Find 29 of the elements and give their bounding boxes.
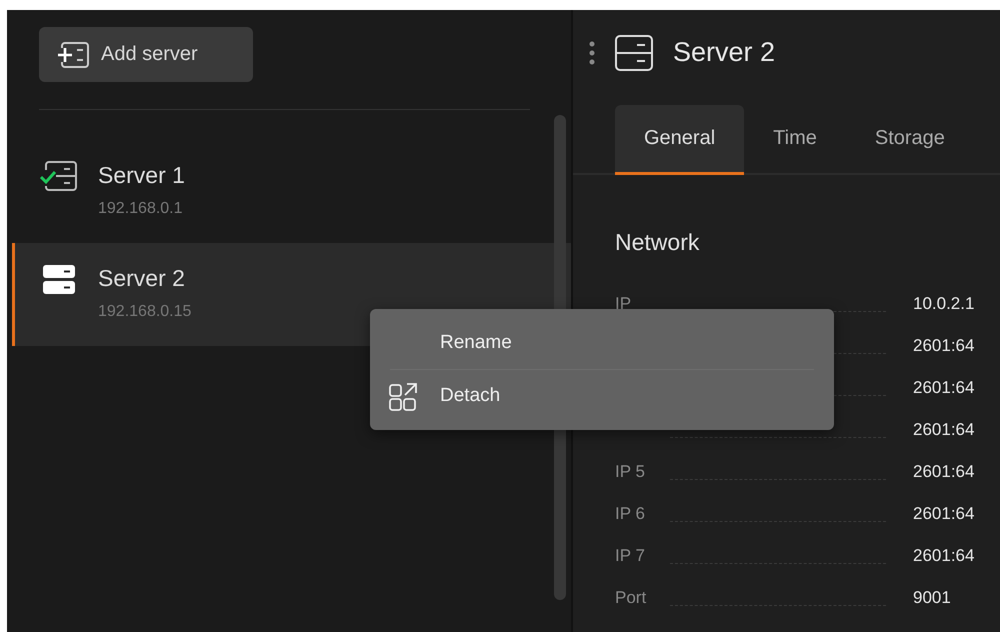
server-icon xyxy=(615,34,653,70)
field-value: 9001 xyxy=(912,587,952,609)
kebab-menu-icon[interactable] xyxy=(589,40,595,64)
field-value: 2601:64 xyxy=(912,419,976,441)
field-value: 2601:64 xyxy=(912,461,976,483)
field-value: 2601:64 xyxy=(912,545,976,567)
field-value: 2601:64 xyxy=(912,377,976,399)
field-label: IP 5 xyxy=(615,461,646,483)
field-label: IP 7 xyxy=(615,545,646,567)
field-label: Port xyxy=(615,587,648,609)
server-address: 192.168.0.15 xyxy=(98,302,192,322)
tab[interactable]: Time xyxy=(744,105,846,175)
server-title: Server 2 xyxy=(673,37,776,68)
server-name: Server 2 xyxy=(98,264,186,293)
field-value: 2601:64 xyxy=(912,335,976,357)
add-server-button[interactable]: Add server xyxy=(39,27,253,82)
server-address: 192.168.0.1 xyxy=(98,199,184,219)
field-value: 10.0.2.1 xyxy=(912,293,976,315)
menu-item[interactable]: Detach xyxy=(370,370,814,422)
detach-icon xyxy=(389,382,418,412)
field-label: IP 6 xyxy=(615,503,646,525)
field-label: IP xyxy=(615,293,632,315)
add-server-icon xyxy=(57,40,89,70)
tab[interactable]: Storage xyxy=(846,105,974,175)
tab[interactable]: General xyxy=(615,105,744,175)
field-value: 2601:64 xyxy=(912,503,976,525)
server-name: Server 1 xyxy=(98,161,186,190)
section-heading: Network xyxy=(614,228,700,257)
server-list-item[interactable]: Server 1 192.168.0.1 xyxy=(12,140,571,243)
